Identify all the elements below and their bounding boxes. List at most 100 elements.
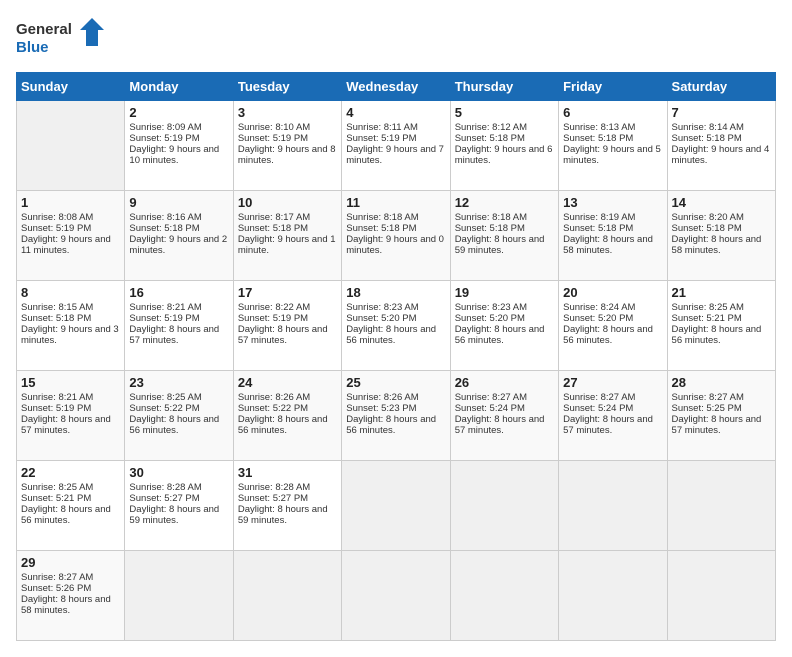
day-info: Sunrise: 8:08 AM <box>21 212 120 223</box>
calendar-cell: 29Sunrise: 8:27 AMSunset: 5:26 PMDayligh… <box>17 551 125 641</box>
calendar-cell <box>450 551 558 641</box>
day-number: 18 <box>346 285 445 300</box>
day-info: Sunrise: 8:25 AM <box>21 482 120 493</box>
calendar-cell: 19 Sunrise: 8:23 AMSunset: 5:20 PMDayligh… <box>450 281 558 371</box>
day-info: Sunset: 5:18 PM <box>672 223 771 234</box>
day-number: 8 <box>21 285 120 300</box>
day-number: 10 <box>238 195 337 210</box>
day-info: Sunrise: 8:27 AM <box>455 392 554 403</box>
day-info: Daylight: 9 hours and 6 minutes. <box>455 144 554 166</box>
day-info: Sunrise: 8:23 AM <box>455 302 554 313</box>
calendar-cell: 16 Sunrise: 8:21 AMSunset: 5:19 PMDayligh… <box>125 281 233 371</box>
day-number: 26 <box>455 375 554 390</box>
day-info: Daylight: 9 hours and 1 minute. <box>238 234 337 256</box>
calendar-week-3: 15Sunrise: 8:21 AMSunset: 5:19 PMDayligh… <box>17 371 776 461</box>
calendar-cell <box>342 551 450 641</box>
day-info: Daylight: 9 hours and 4 minutes. <box>672 144 771 166</box>
calendar-cell: 8Sunrise: 8:15 AMSunset: 5:18 PMDaylight… <box>17 281 125 371</box>
day-info: Sunrise: 8:10 AM <box>238 122 337 133</box>
calendar-cell: 30Sunrise: 8:28 AMSunset: 5:27 PMDayligh… <box>125 461 233 551</box>
day-number: 27 <box>563 375 662 390</box>
calendar-week-0: 2Sunrise: 8:09 AMSunset: 5:19 PMDaylight… <box>17 101 776 191</box>
calendar-cell: 23Sunrise: 8:25 AMSunset: 5:22 PMDayligh… <box>125 371 233 461</box>
day-info: Sunrise: 8:26 AM <box>346 392 445 403</box>
day-info: Sunrise: 8:22 AM <box>238 302 337 313</box>
calendar-cell: 10Sunrise: 8:17 AMSunset: 5:18 PMDayligh… <box>233 191 341 281</box>
day-info: Daylight: 8 hours and 57 minutes. <box>563 414 662 436</box>
day-info: Sunset: 5:19 PM <box>129 313 228 324</box>
day-info: Daylight: 8 hours and 59 minutes. <box>455 234 554 256</box>
day-info: Sunset: 5:21 PM <box>672 313 771 324</box>
day-number: 25 <box>346 375 445 390</box>
day-number: 12 <box>455 195 554 210</box>
day-info: Sunrise: 8:18 AM <box>455 212 554 223</box>
svg-text:General: General <box>16 21 72 38</box>
calendar-cell: 3Sunrise: 8:10 AMSunset: 5:19 PMDaylight… <box>233 101 341 191</box>
day-info: Sunrise: 8:27 AM <box>21 572 120 583</box>
day-info: Sunset: 5:19 PM <box>129 133 228 144</box>
col-header-sunday: Sunday <box>17 73 125 101</box>
day-number: 24 <box>238 375 337 390</box>
calendar-cell: 12Sunrise: 8:18 AMSunset: 5:18 PMDayligh… <box>450 191 558 281</box>
day-info: Daylight: 8 hours and 57 minutes. <box>238 324 337 346</box>
day-info: Daylight: 8 hours and 56 minutes. <box>455 324 554 346</box>
day-info: Daylight: 8 hours and 59 minutes. <box>238 504 337 526</box>
col-header-tuesday: Tuesday <box>233 73 341 101</box>
day-info: Sunset: 5:20 PM <box>563 313 662 324</box>
day-info: Daylight: 8 hours and 56 minutes. <box>346 324 445 346</box>
day-info: Sunset: 5:20 PM <box>346 313 445 324</box>
day-info: Daylight: 9 hours and 2 minutes. <box>129 234 228 256</box>
day-info: Sunset: 5:19 PM <box>238 313 337 324</box>
calendar-cell <box>125 551 233 641</box>
calendar-cell: 27Sunrise: 8:27 AMSunset: 5:24 PMDayligh… <box>559 371 667 461</box>
day-number: 1 <box>21 195 120 210</box>
day-info: Sunset: 5:18 PM <box>563 223 662 234</box>
day-info: Sunrise: 8:25 AM <box>672 302 771 313</box>
calendar-week-2: 8Sunrise: 8:15 AMSunset: 5:18 PMDaylight… <box>17 281 776 371</box>
day-info: Sunset: 5:26 PM <box>21 583 120 594</box>
day-info: Sunrise: 8:13 AM <box>563 122 662 133</box>
calendar-cell: 21Sunrise: 8:25 AMSunset: 5:21 PMDayligh… <box>667 281 775 371</box>
day-info: Daylight: 9 hours and 11 minutes. <box>21 234 120 256</box>
day-info: Daylight: 9 hours and 5 minutes. <box>563 144 662 166</box>
day-info: Sunset: 5:22 PM <box>129 403 228 414</box>
calendar-cell: 5Sunrise: 8:12 AMSunset: 5:18 PMDaylight… <box>450 101 558 191</box>
day-info: Daylight: 8 hours and 58 minutes. <box>563 234 662 256</box>
day-info: Daylight: 8 hours and 56 minutes. <box>346 414 445 436</box>
day-number: 31 <box>238 465 337 480</box>
day-info: Sunset: 5:21 PM <box>21 493 120 504</box>
day-info: Sunset: 5:23 PM <box>346 403 445 414</box>
day-info: Sunrise: 8:28 AM <box>129 482 228 493</box>
day-number: 19 <box>455 285 554 300</box>
day-info: Sunset: 5:27 PM <box>129 493 228 504</box>
day-info: Sunset: 5:24 PM <box>455 403 554 414</box>
day-info: Daylight: 9 hours and 0 minutes. <box>346 234 445 256</box>
day-info: Sunrise: 8:24 AM <box>563 302 662 313</box>
day-info: Sunset: 5:18 PM <box>238 223 337 234</box>
day-info: Daylight: 8 hours and 56 minutes. <box>238 414 337 436</box>
day-info: Daylight: 8 hours and 57 minutes. <box>129 324 228 346</box>
day-info: Sunset: 5:19 PM <box>346 133 445 144</box>
col-header-friday: Friday <box>559 73 667 101</box>
calendar-cell: 24Sunrise: 8:26 AMSunset: 5:22 PMDayligh… <box>233 371 341 461</box>
day-number: 16 <box>129 285 228 300</box>
day-info: Sunrise: 8:21 AM <box>129 302 228 313</box>
day-number: 11 <box>346 195 445 210</box>
day-number: 17 <box>238 285 337 300</box>
day-info: Daylight: 8 hours and 56 minutes. <box>672 324 771 346</box>
col-header-saturday: Saturday <box>667 73 775 101</box>
col-header-wednesday: Wednesday <box>342 73 450 101</box>
day-info: Sunset: 5:19 PM <box>238 133 337 144</box>
calendar-cell: 6Sunrise: 8:13 AMSunset: 5:18 PMDaylight… <box>559 101 667 191</box>
calendar-cell <box>667 461 775 551</box>
svg-text:Blue: Blue <box>16 39 49 56</box>
day-info: Sunrise: 8:21 AM <box>21 392 120 403</box>
day-info: Sunset: 5:19 PM <box>21 223 120 234</box>
day-info: Daylight: 8 hours and 56 minutes. <box>129 414 228 436</box>
calendar-cell: 9Sunrise: 8:16 AMSunset: 5:18 PMDaylight… <box>125 191 233 281</box>
day-info: Sunset: 5:20 PM <box>455 313 554 324</box>
calendar-cell <box>559 551 667 641</box>
logo-svg: General Blue <box>16 16 106 64</box>
calendar-cell: 28Sunrise: 8:27 AMSunset: 5:25 PMDayligh… <box>667 371 775 461</box>
calendar-cell: 1 Sunrise: 8:08 AMSunset: 5:19 PMDaylight… <box>17 191 125 281</box>
